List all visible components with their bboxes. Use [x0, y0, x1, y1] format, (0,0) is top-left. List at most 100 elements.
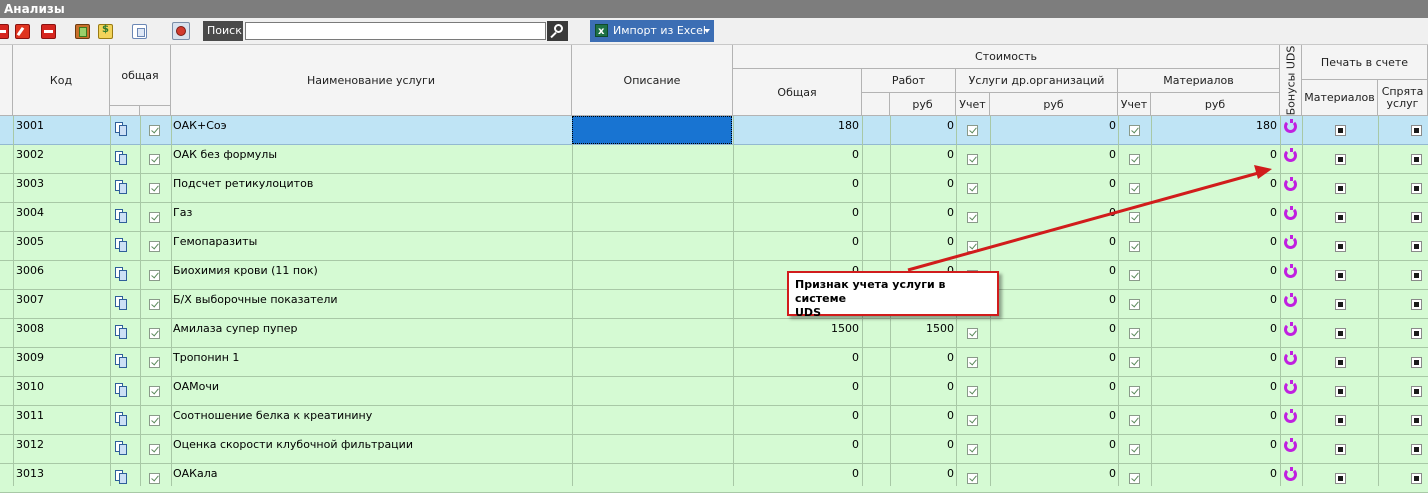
cell-mat-rub[interactable]: 0: [1153, 206, 1277, 219]
cell-total[interactable]: 0: [735, 177, 859, 190]
uds-bonus-icon[interactable]: [1284, 235, 1297, 249]
cell-other-rub[interactable]: 0: [992, 177, 1116, 190]
cell-other-rub[interactable]: 0: [992, 380, 1116, 393]
other-account-checkbox[interactable]: [967, 444, 978, 455]
cell-code[interactable]: 3011: [16, 409, 44, 422]
document-icon[interactable]: [115, 180, 127, 194]
cell-mat-rub[interactable]: 0: [1153, 322, 1277, 335]
uds-bonus-icon[interactable]: [1284, 380, 1297, 394]
cell-total[interactable]: 0: [735, 467, 859, 480]
document-icon[interactable]: [115, 470, 127, 484]
print-materials-checkbox[interactable]: [1335, 444, 1346, 455]
header-other-rub[interactable]: руб: [990, 93, 1118, 116]
print-hidden-checkbox[interactable]: [1411, 154, 1422, 165]
header-uds-bonus[interactable]: Бонусы UDS: [1280, 45, 1302, 116]
cell-work-rub[interactable]: 0: [892, 177, 954, 190]
cell-other-rub[interactable]: 0: [992, 119, 1116, 132]
uds-bonus-icon[interactable]: [1284, 264, 1297, 278]
general-checkbox[interactable]: [149, 328, 160, 339]
cell-total[interactable]: 0: [735, 351, 859, 364]
header-mat-account[interactable]: Учет: [1118, 93, 1151, 116]
mat-account-checkbox[interactable]: [1129, 328, 1140, 339]
print-hidden-checkbox[interactable]: [1411, 357, 1422, 368]
other-account-checkbox[interactable]: [967, 212, 978, 223]
mat-account-checkbox[interactable]: [1129, 212, 1140, 223]
cell-code[interactable]: 3006: [16, 264, 44, 277]
cell-total[interactable]: 0: [735, 409, 859, 422]
cell-other-rub[interactable]: 0: [992, 322, 1116, 335]
header-work-rub[interactable]: руб: [890, 93, 956, 116]
cell-work-rub[interactable]: 0: [892, 148, 954, 161]
document-icon[interactable]: [115, 296, 127, 310]
general-checkbox[interactable]: [149, 386, 160, 397]
cell-name[interactable]: Тропонин 1: [173, 351, 239, 364]
cell-description-selected[interactable]: [572, 116, 732, 144]
cell-name[interactable]: Гемопаразиты: [173, 235, 257, 248]
mat-account-checkbox[interactable]: [1129, 154, 1140, 165]
mat-account-checkbox[interactable]: [1129, 415, 1140, 426]
uds-bonus-icon[interactable]: [1284, 206, 1297, 220]
header-mat-rub[interactable]: руб: [1151, 93, 1280, 116]
cell-code[interactable]: 3008: [16, 322, 44, 335]
mat-account-checkbox[interactable]: [1129, 473, 1140, 484]
cell-other-rub[interactable]: 0: [992, 293, 1116, 306]
cell-code[interactable]: 3010: [16, 380, 44, 393]
header-description[interactable]: Описание: [572, 45, 733, 116]
cell-name[interactable]: Б/Х выборочные показатели: [173, 293, 338, 306]
cell-total[interactable]: 0: [735, 148, 859, 161]
cell-mat-rub[interactable]: 0: [1153, 235, 1277, 248]
document-icon[interactable]: [115, 325, 127, 339]
other-account-checkbox[interactable]: [967, 125, 978, 136]
package-icon[interactable]: [75, 24, 90, 39]
cell-mat-rub[interactable]: 0: [1153, 293, 1277, 306]
mat-account-checkbox[interactable]: [1129, 125, 1140, 136]
cell-other-rub[interactable]: 0: [992, 467, 1116, 480]
mat-account-checkbox[interactable]: [1129, 270, 1140, 281]
cell-other-rub[interactable]: 0: [992, 351, 1116, 364]
general-checkbox[interactable]: [149, 357, 160, 368]
cell-other-rub[interactable]: 0: [992, 438, 1116, 451]
general-checkbox[interactable]: [149, 154, 160, 165]
document-icon[interactable]: [115, 354, 127, 368]
cell-code[interactable]: 3013: [16, 467, 44, 480]
mat-account-checkbox[interactable]: [1129, 386, 1140, 397]
cell-code[interactable]: 3001: [16, 119, 44, 132]
cell-total[interactable]: 0: [735, 380, 859, 393]
cell-mat-rub[interactable]: 0: [1153, 438, 1277, 451]
header-general[interactable]: общая: [110, 45, 171, 106]
cell-work-rub[interactable]: 1500: [892, 322, 954, 335]
print-materials-checkbox[interactable]: [1335, 183, 1346, 194]
print-hidden-checkbox[interactable]: [1411, 473, 1422, 484]
cell-name[interactable]: Подсчет ретикулоцитов: [173, 177, 313, 190]
cell-other-rub[interactable]: 0: [992, 264, 1116, 277]
cell-code[interactable]: 3012: [16, 438, 44, 451]
money-icon[interactable]: [98, 24, 113, 39]
general-checkbox[interactable]: [149, 444, 160, 455]
cell-work-rub[interactable]: 0: [892, 409, 954, 422]
cell-other-rub[interactable]: 0: [992, 409, 1116, 422]
document-icon[interactable]: [115, 441, 127, 455]
copy-icon[interactable]: [132, 24, 147, 39]
mat-account-checkbox[interactable]: [1129, 183, 1140, 194]
uds-bonus-icon[interactable]: [1284, 177, 1297, 191]
cell-mat-rub[interactable]: 0: [1153, 351, 1277, 364]
cell-other-rub[interactable]: 0: [992, 148, 1116, 161]
document-icon[interactable]: [115, 383, 127, 397]
print-materials-checkbox[interactable]: [1335, 212, 1346, 223]
document-icon[interactable]: [115, 238, 127, 252]
other-account-checkbox[interactable]: [967, 241, 978, 252]
mat-account-checkbox[interactable]: [1129, 444, 1140, 455]
print-hidden-checkbox[interactable]: [1411, 444, 1422, 455]
uds-bonus-icon[interactable]: [1284, 438, 1297, 452]
print-hidden-checkbox[interactable]: [1411, 328, 1422, 339]
cell-name[interactable]: ОАМочи: [173, 380, 219, 393]
general-checkbox[interactable]: [149, 125, 160, 136]
print-hidden-checkbox[interactable]: [1411, 386, 1422, 397]
cell-code[interactable]: 3009: [16, 351, 44, 364]
print-materials-checkbox[interactable]: [1335, 125, 1346, 136]
print-hidden-checkbox[interactable]: [1411, 415, 1422, 426]
print-hidden-checkbox[interactable]: [1411, 270, 1422, 281]
general-checkbox[interactable]: [149, 270, 160, 281]
header-name[interactable]: Наименование услуги: [171, 45, 572, 116]
header-other-account[interactable]: Учет: [956, 93, 990, 116]
